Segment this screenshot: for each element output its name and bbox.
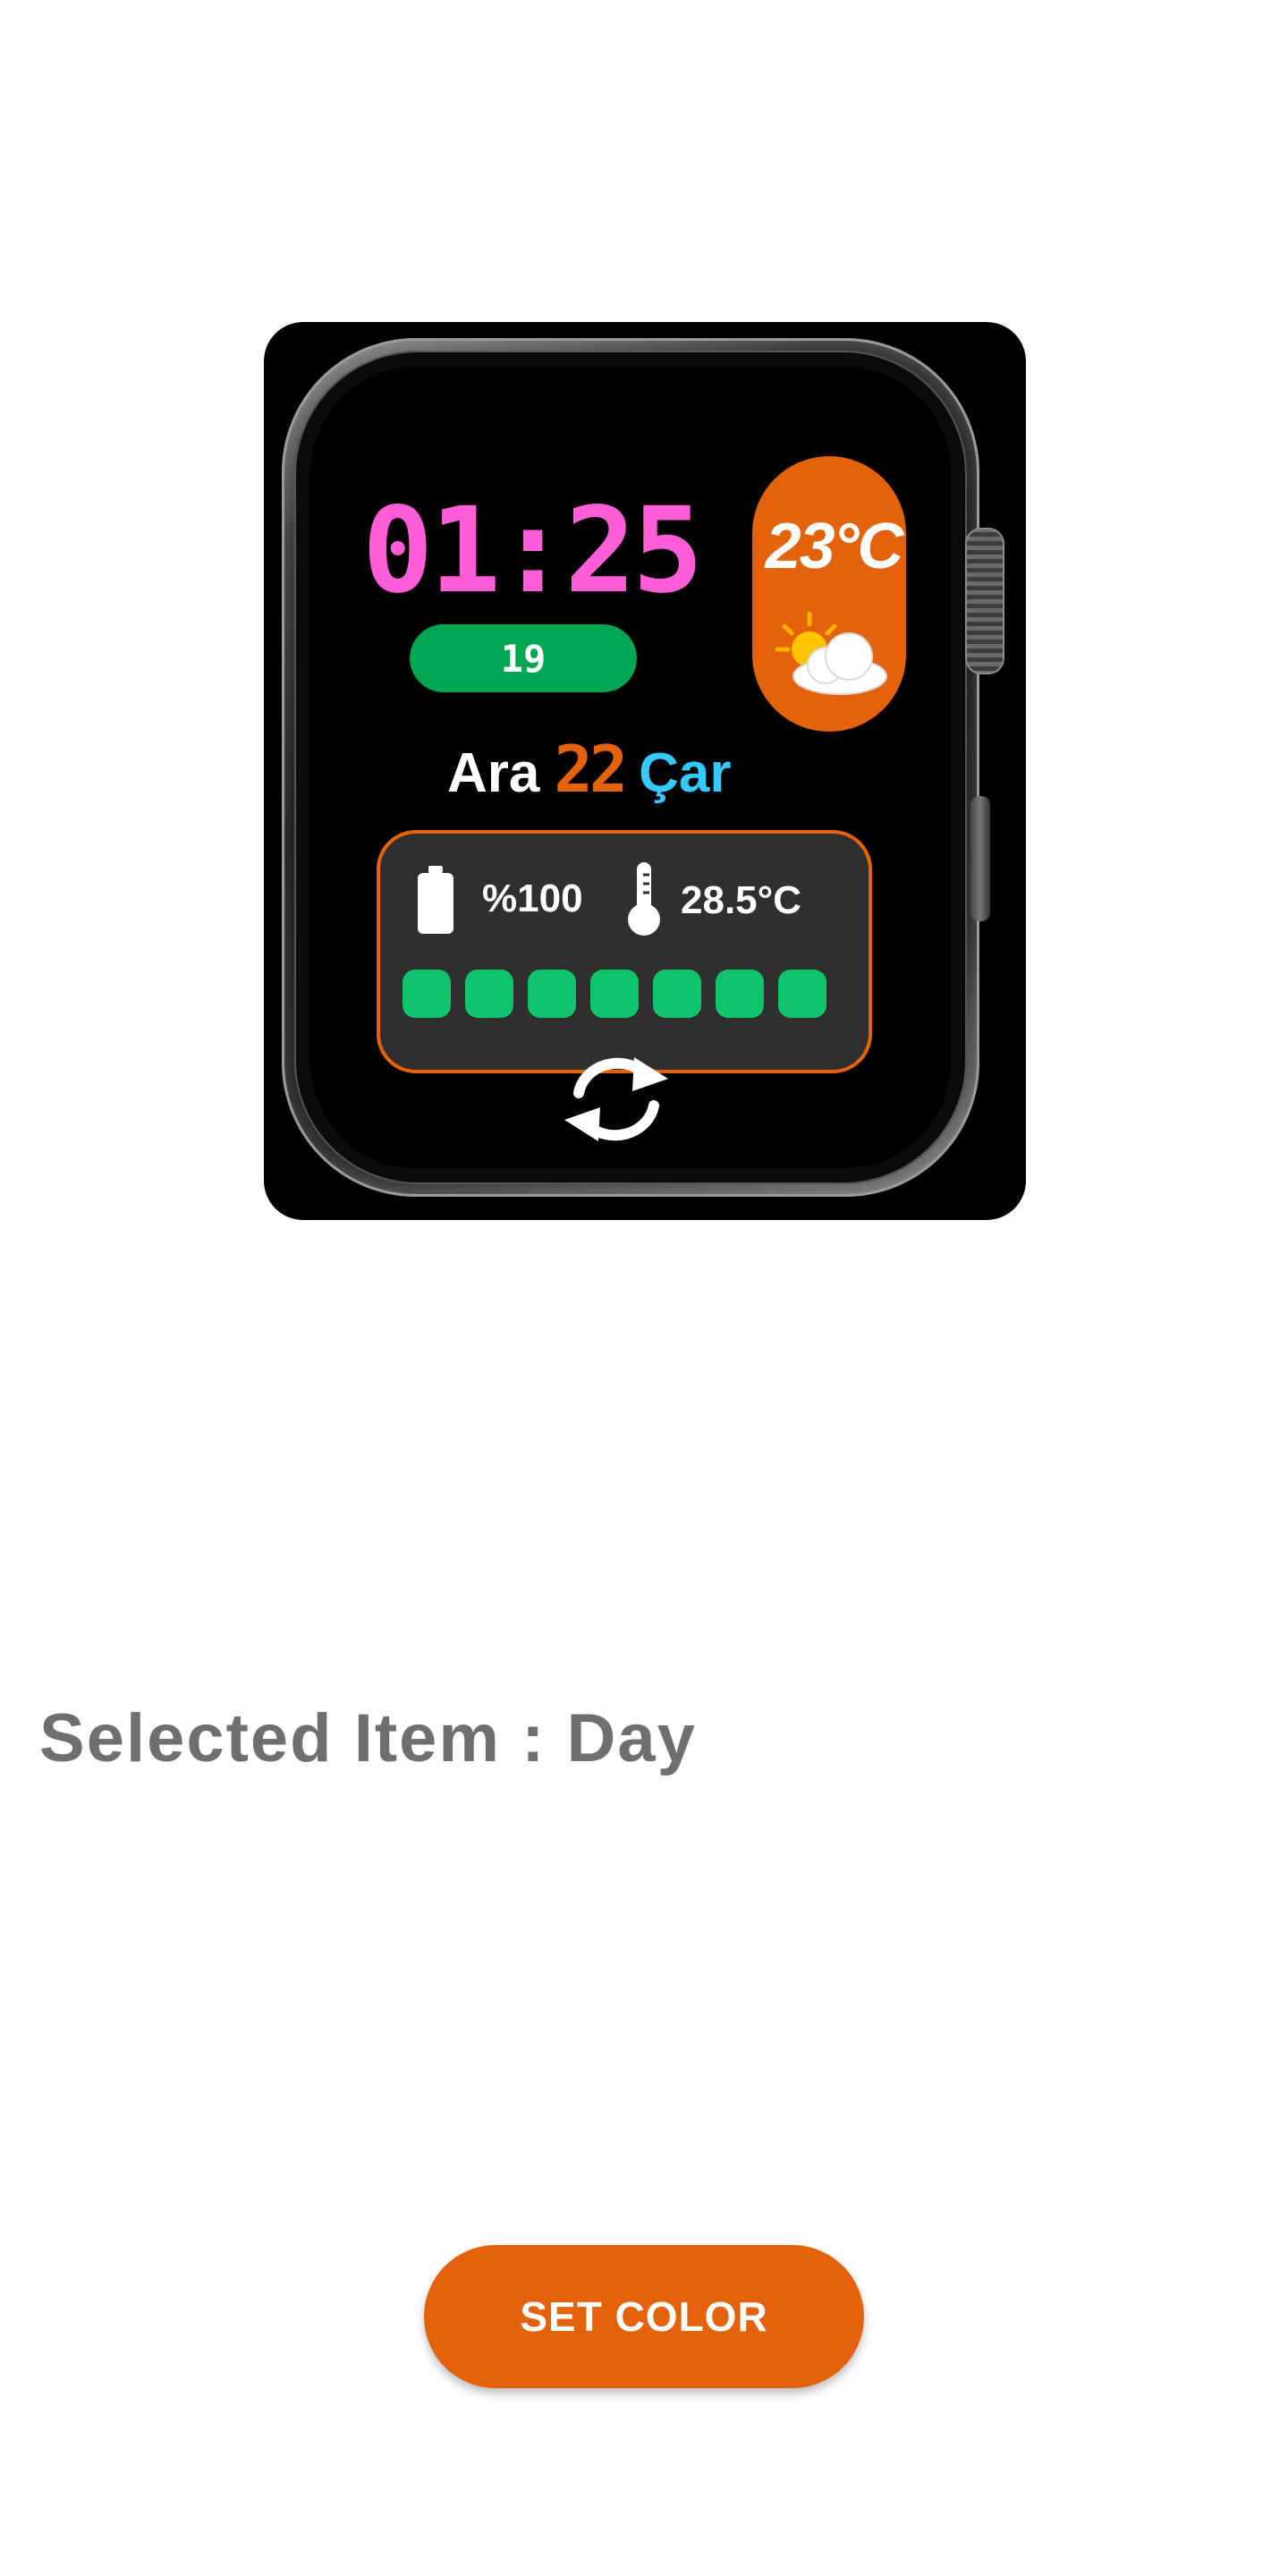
progress-dot xyxy=(528,970,576,1018)
watch-preview[interactable]: 01:25 19 23°C Ara 22 Çar %100 28.5°C xyxy=(264,322,1026,1220)
week-progress[interactable] xyxy=(402,970,826,1018)
thermometer-icon xyxy=(628,862,660,936)
day-text[interactable]: 22 xyxy=(554,732,628,807)
progress-dot xyxy=(465,970,513,1018)
seconds-display[interactable]: 19 xyxy=(410,624,637,692)
progress-dot xyxy=(402,970,451,1018)
battery-level[interactable]: %100 xyxy=(482,877,583,921)
month-text[interactable]: Ara xyxy=(447,741,539,805)
battery-icon xyxy=(418,866,453,934)
side-button xyxy=(970,796,990,921)
weather-temperature[interactable]: 23°C xyxy=(758,510,910,583)
digital-crown xyxy=(965,528,1004,674)
watch-face-color-editor: 01:25 19 23°C Ara 22 Çar %100 28.5°C Sel… xyxy=(0,0,1288,2576)
progress-dot xyxy=(778,970,826,1018)
set-color-button[interactable]: SET COLOR xyxy=(424,2245,864,2388)
selected-item-label: Selected Item : Day xyxy=(39,1700,697,1776)
device-temperature[interactable]: 28.5°C xyxy=(681,878,801,923)
progress-dot xyxy=(590,970,639,1018)
time-display[interactable]: 01:25 xyxy=(362,492,703,610)
partly-cloudy-icon xyxy=(775,611,887,695)
date-display[interactable]: Ara 22 Çar xyxy=(447,732,731,807)
refresh-icon[interactable] xyxy=(559,1052,674,1147)
progress-dot xyxy=(716,970,764,1018)
weekday-text[interactable]: Çar xyxy=(639,741,731,805)
progress-dot xyxy=(653,970,701,1018)
